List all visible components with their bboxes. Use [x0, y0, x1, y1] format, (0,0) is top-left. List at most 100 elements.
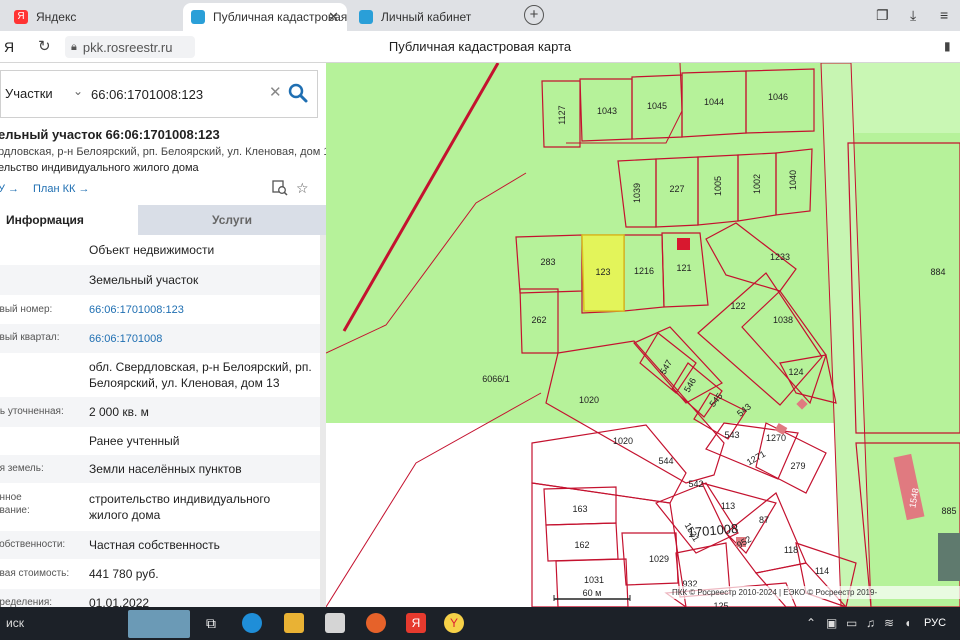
parcel-label: 1039: [632, 183, 642, 203]
tab-yandex[interactable]: Я Яндекс: [6, 3, 178, 31]
row-value: Земельный участок: [89, 273, 199, 287]
table-row: дь уточненная: 2 000 кв. м: [0, 397, 326, 427]
parcel-label: 123: [595, 267, 610, 277]
row-label: овый квартал:: [0, 332, 60, 343]
bookmarks-icon[interactable]: ❐: [876, 7, 889, 24]
table-row: Объект недвижимости: [0, 235, 326, 265]
table-row: собственности: Частная собственность: [0, 531, 326, 559]
page-title: Публичная кадастровая карта: [388, 39, 572, 54]
explorer-icon[interactable]: [284, 613, 304, 633]
chevron-down-icon[interactable]: ⌄: [73, 84, 83, 98]
browser-tab-bar: Я Яндекс Публичная кадастровая ✕ Личный …: [0, 0, 960, 31]
cadastral-number-link[interactable]: 66:06:1701008:123: [89, 302, 184, 318]
parcel-label: 118: [784, 545, 798, 555]
parcel-label: 124: [788, 367, 803, 377]
panel-tabs: Информация Услуги: [0, 205, 326, 235]
table-row: Земельный участок: [0, 265, 326, 295]
cadastral-quarter-link[interactable]: 66:06:1701008: [89, 331, 162, 347]
parcel-label: 1029: [649, 554, 669, 564]
copyright-text: ПКК © Росреестр 2010-2024 | ЕЭКО © Росре…: [672, 588, 877, 597]
new-tab-button[interactable]: +: [524, 5, 544, 25]
map-canvas[interactable]: 1127 1043 1045 1044 1046 1039 227 1005 1…: [326, 63, 960, 607]
parcel-label: 114: [815, 566, 829, 576]
parcel-label: 113: [721, 501, 735, 511]
camera-icon[interactable]: ▣: [826, 616, 837, 630]
row-label: овый номер:: [0, 304, 53, 315]
firefox-icon[interactable]: [366, 613, 386, 633]
language-indicator[interactable]: РУС: [924, 617, 946, 629]
task-view-icon[interactable]: ⧉: [201, 613, 221, 633]
parcel-label: 543: [724, 430, 739, 440]
parcel-label: 1044: [704, 97, 724, 107]
parcel-label: 1046: [768, 92, 788, 102]
parcel-label: 1216: [634, 266, 654, 276]
star-icon[interactable]: ☆: [296, 180, 309, 197]
link-zu[interactable]: У →: [0, 183, 19, 195]
find-on-map-icon[interactable]: [272, 180, 288, 196]
mail-icon[interactable]: [325, 613, 345, 633]
parcel-label: 1002: [752, 174, 762, 194]
download-icon[interactable]: ⤓: [910, 7, 916, 24]
scale-label: 60 м: [583, 588, 602, 598]
object-title: ельный участок 66:06:1701008:123: [0, 127, 220, 142]
table-row: енное ование: строительство индивидуальн…: [0, 483, 326, 531]
bookmark-icon[interactable]: ▮: [944, 39, 951, 53]
wifi-icon[interactable]: ≋: [884, 616, 894, 630]
parcel-label: 122: [730, 301, 745, 311]
row-value: 441 780 руб.: [89, 567, 159, 581]
object-purpose: ельство индивидуального жилого дома: [0, 162, 199, 174]
search-icon[interactable]: [287, 82, 309, 104]
link-plan-kk[interactable]: План КК →: [33, 183, 89, 195]
tab-cadastral-map[interactable]: Публичная кадастровая ✕: [183, 3, 347, 31]
tab-services[interactable]: Услуги: [138, 205, 326, 235]
row-value: 01.01.2022: [89, 596, 150, 607]
tab-label: Публичная кадастровая: [213, 10, 347, 24]
row-value: строительство индивидуального жилого дом…: [89, 492, 271, 522]
search-bar: Участки ⌄ ✕: [0, 70, 318, 118]
row-value: Частная собственность: [89, 538, 220, 552]
row-label: собственности:: [0, 539, 66, 550]
parcel-label: 262: [531, 315, 546, 325]
cadastral-map[interactable]: 1127 1043 1045 1044 1046 1039 227 1005 1…: [326, 63, 960, 607]
object-address: рдловская, р-н Белоярский, рп. Белоярски…: [0, 146, 326, 158]
parcel-label: 544: [658, 456, 673, 466]
tab-personal-cabinet[interactable]: Личный кабинет: [351, 3, 521, 31]
yandex-app-icon[interactable]: Y: [444, 613, 464, 633]
search-highlight-image: [128, 610, 190, 638]
parcel-label: 1043: [597, 106, 617, 116]
row-value: Объект недвижимости: [89, 243, 215, 257]
tray-up-icon[interactable]: ⌃: [806, 616, 816, 630]
search-input[interactable]: [91, 83, 261, 105]
search-type-select[interactable]: Участки: [5, 86, 53, 101]
tab-label: Личный кабинет: [381, 10, 472, 24]
clear-icon[interactable]: ✕: [269, 83, 282, 101]
satellite-thumbnail[interactable]: [938, 533, 960, 581]
white-zone: [326, 423, 541, 607]
battery-icon[interactable]: ▭: [846, 616, 857, 630]
parcel-label: 1040: [788, 170, 798, 190]
mic-icon[interactable]: ♫: [866, 616, 875, 630]
table-row: обл. Свердловская, р-н Белоярский, рп. Б…: [0, 353, 326, 397]
row-value: 2 000 кв. м: [89, 405, 149, 419]
menu-icon[interactable]: ≡: [940, 7, 948, 23]
yandex-icon: Я: [14, 10, 28, 24]
row-value: Земли населённых пунктов: [89, 462, 242, 476]
table-row: овый квартал: 66:06:1701008: [0, 324, 326, 353]
taskbar-search[interactable]: иск: [6, 616, 24, 630]
tab-information[interactable]: Информация: [0, 205, 138, 235]
info-panel: Участки ⌄ ✕ ельный участок 66:06:1701008…: [0, 63, 326, 607]
rosreestr-icon: [191, 10, 205, 24]
yandex-browser-icon[interactable]: Я: [406, 613, 426, 633]
table-row: ия земель: Земли населённых пунктов: [0, 455, 326, 483]
close-icon[interactable]: ✕: [328, 9, 339, 25]
parcel-label: 6066/1: [482, 374, 510, 384]
parcel-label: 227: [669, 184, 684, 194]
parcel-label: 163: [572, 504, 587, 514]
table-row: овый номер: 66:06:1701008:123: [0, 295, 326, 324]
row-label: пределения:: [0, 597, 53, 607]
rosreestr-icon: [359, 10, 373, 24]
parcel-label: 1005: [713, 176, 723, 196]
parcel-label: 121: [676, 263, 691, 273]
edge-icon[interactable]: [242, 613, 262, 633]
volume-icon[interactable]: ◖: [904, 616, 911, 630]
